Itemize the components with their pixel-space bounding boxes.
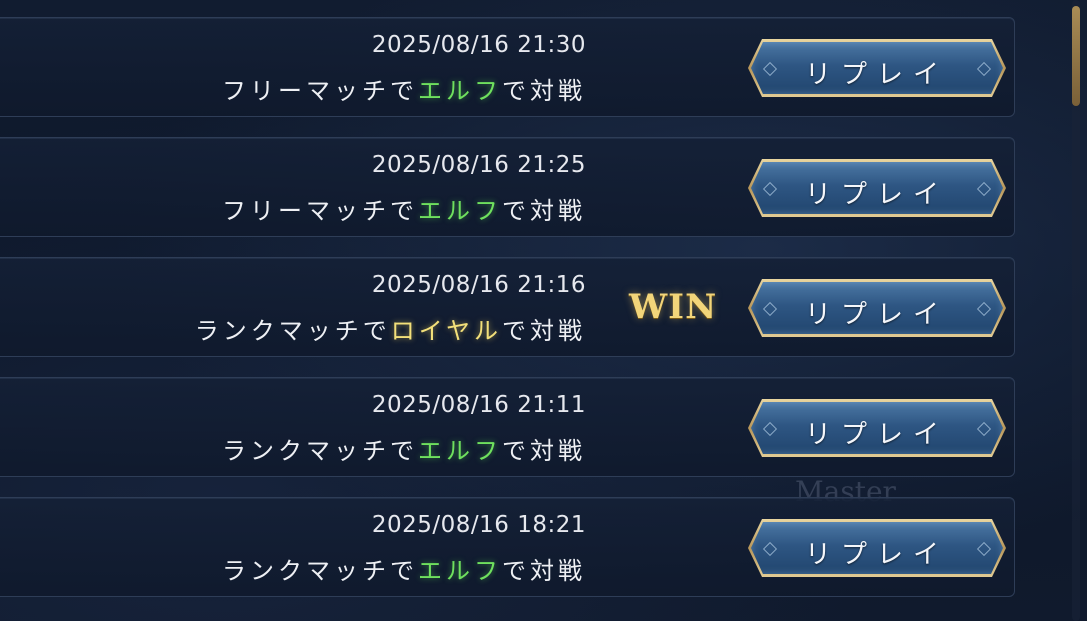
replay-button-face: リプレイ <box>751 522 1003 574</box>
scrollbar-thumb[interactable] <box>1072 6 1080 106</box>
replay-button-label: リプレイ <box>804 420 949 450</box>
replay-button[interactable]: リプレイ <box>748 279 1006 337</box>
replay-button-face: リプレイ <box>751 282 1003 334</box>
match-suffix: で対戦 <box>502 197 586 225</box>
match-suffix: で対戦 <box>502 557 586 585</box>
match-description: ランクマッチでエルフで対戦 <box>222 551 586 586</box>
replay-button[interactable]: リプレイ <box>748 519 1006 577</box>
match-suffix: で対戦 <box>502 317 586 345</box>
match-class: エルフ <box>418 557 502 585</box>
match-row: 2025/08/16 21:16 ランクマッチでロイヤルで対戦 WIN リプレイ <box>0 257 1015 357</box>
scrollbar[interactable] <box>1072 0 1080 621</box>
match-description: フリーマッチでエルフで対戦 <box>222 71 586 106</box>
match-row: 2025/08/16 21:11 ランクマッチでエルフで対戦 リプレイ <box>0 377 1015 477</box>
replay-button-face: リプレイ <box>751 402 1003 454</box>
match-suffix: で対戦 <box>502 77 586 105</box>
replay-button-face: リプレイ <box>751 162 1003 214</box>
replay-button[interactable]: リプレイ <box>748 39 1006 97</box>
match-mode: ランクマッチで <box>222 557 418 585</box>
match-description: フリーマッチでエルフで対戦 <box>222 191 586 226</box>
replay-button-label: リプレイ <box>804 300 949 330</box>
match-datetime: 2025/08/16 18:21 <box>371 512 586 538</box>
match-description: ランクマッチでロイヤルで対戦 <box>195 311 586 346</box>
match-datetime: 2025/08/16 21:25 <box>371 152 586 178</box>
match-description: ランクマッチでエルフで対戦 <box>222 431 586 466</box>
match-row: 2025/08/16 21:25 フリーマッチでエルフで対戦 リプレイ <box>0 137 1015 237</box>
match-datetime: 2025/08/16 21:16 <box>371 272 586 298</box>
match-datetime: 2025/08/16 21:30 <box>371 32 586 58</box>
replay-button[interactable]: リプレイ <box>748 159 1006 217</box>
replay-button-face: リプレイ <box>751 42 1003 94</box>
match-class: エルフ <box>418 197 502 225</box>
match-history-list: 2025/08/16 21:30 フリーマッチでエルフで対戦 リプレイ 2025… <box>0 0 1087 621</box>
replay-button-label: リプレイ <box>804 180 949 210</box>
match-datetime: 2025/08/16 21:11 <box>371 392 586 418</box>
match-row: 2025/08/16 18:21 ランクマッチでエルフで対戦 リプレイ <box>0 497 1015 597</box>
match-class: エルフ <box>418 77 502 105</box>
replay-button[interactable]: リプレイ <box>748 399 1006 457</box>
match-mode: フリーマッチで <box>222 77 418 105</box>
match-history-screen: Master 2025/08/16 21:30 フリーマッチでエルフで対戦 リプ… <box>0 0 1087 621</box>
match-class: エルフ <box>418 437 502 465</box>
replay-button-label: リプレイ <box>804 540 949 570</box>
match-suffix: で対戦 <box>502 437 586 465</box>
replay-button-label: リプレイ <box>804 60 949 90</box>
match-mode: ランクマッチで <box>222 437 418 465</box>
match-class: ロイヤル <box>390 317 502 345</box>
win-badge: WIN <box>629 287 718 327</box>
match-mode: フリーマッチで <box>222 197 418 225</box>
match-mode: ランクマッチで <box>194 317 391 345</box>
match-row: 2025/08/16 21:30 フリーマッチでエルフで対戦 リプレイ <box>0 17 1015 117</box>
